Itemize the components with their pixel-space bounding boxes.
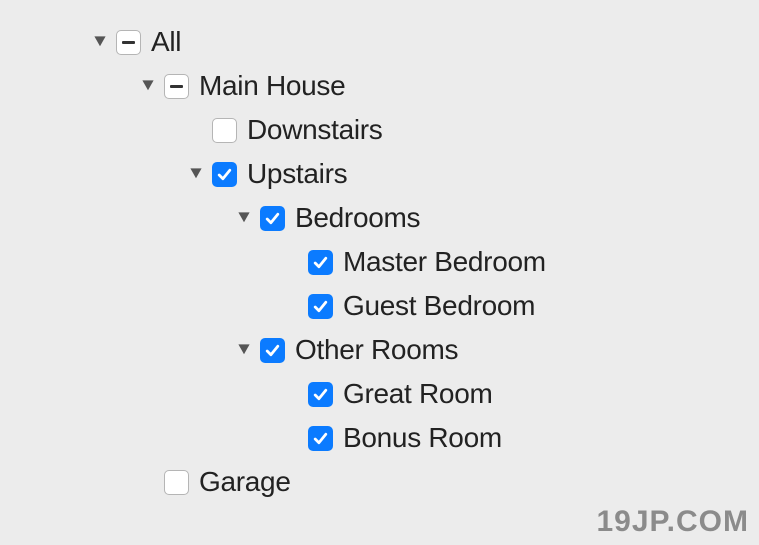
checkbox-bedrooms[interactable]	[260, 206, 285, 231]
tree-label: Master Bedroom	[343, 246, 546, 278]
checkbox-guest-bedroom[interactable]	[308, 294, 333, 319]
tree-row-downstairs[interactable]: Downstairs	[90, 108, 759, 152]
tree-label: All	[151, 26, 181, 58]
tree-row-great-room[interactable]: Great Room	[90, 372, 759, 416]
tree-label: Other Rooms	[295, 334, 458, 366]
checkbox-garage[interactable]	[164, 470, 189, 495]
tree-label: Bedrooms	[295, 202, 420, 234]
checkbox-great-room[interactable]	[308, 382, 333, 407]
tree-row-other-rooms[interactable]: Other Rooms	[90, 328, 759, 372]
checkbox-all[interactable]	[116, 30, 141, 55]
tree-label: Downstairs	[247, 114, 382, 146]
tree-row-upstairs[interactable]: Upstairs	[90, 152, 759, 196]
tree-view: All Main House Downstairs Upstairs	[90, 20, 759, 504]
checkbox-master-bedroom[interactable]	[308, 250, 333, 275]
checkbox-other-rooms[interactable]	[260, 338, 285, 363]
tree-row-bonus-room[interactable]: Bonus Room	[90, 416, 759, 460]
tree-label: Guest Bedroom	[343, 290, 535, 322]
checkbox-main-house[interactable]	[164, 74, 189, 99]
checkbox-downstairs[interactable]	[212, 118, 237, 143]
tree-row-guest-bedroom[interactable]: Guest Bedroom	[90, 284, 759, 328]
disclosure-triangle-icon[interactable]	[138, 76, 158, 96]
tree-row-master-bedroom[interactable]: Master Bedroom	[90, 240, 759, 284]
tree-label: Upstairs	[247, 158, 347, 190]
tree-row-bedrooms[interactable]: Bedrooms	[90, 196, 759, 240]
tree-row-main-house[interactable]: Main House	[90, 64, 759, 108]
disclosure-triangle-icon[interactable]	[90, 32, 110, 52]
tree-label: Garage	[199, 466, 291, 498]
checkbox-upstairs[interactable]	[212, 162, 237, 187]
tree-label: Bonus Room	[343, 422, 502, 454]
disclosure-triangle-icon[interactable]	[234, 340, 254, 360]
tree-label: Great Room	[343, 378, 493, 410]
disclosure-triangle-icon[interactable]	[234, 208, 254, 228]
watermark-text: 19JP.COM	[596, 505, 749, 539]
tree-row-all[interactable]: All	[90, 20, 759, 64]
disclosure-triangle-icon[interactable]	[186, 164, 206, 184]
tree-label: Main House	[199, 70, 345, 102]
checkbox-bonus-room[interactable]	[308, 426, 333, 451]
tree-row-garage[interactable]: Garage	[90, 460, 759, 504]
